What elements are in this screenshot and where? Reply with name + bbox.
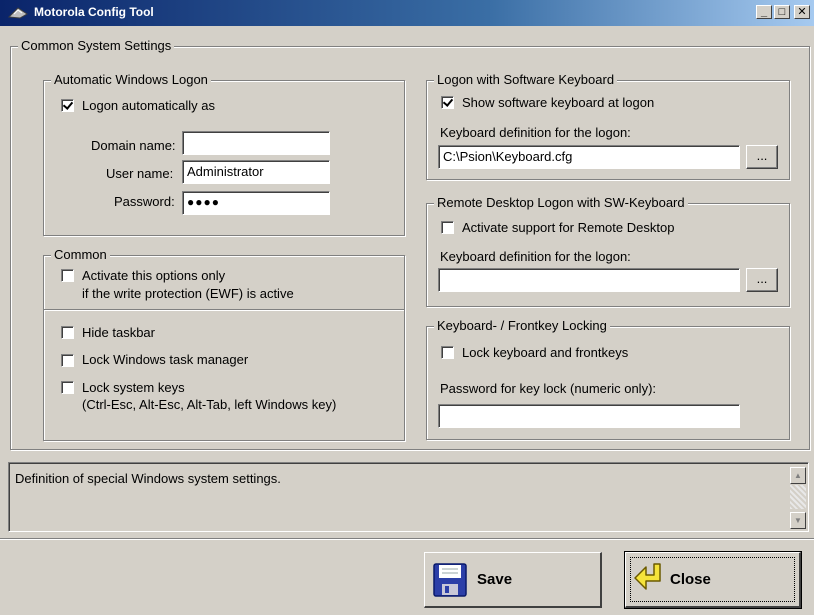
close-label: Close [670,571,711,588]
hide-taskbar-label: Hide taskbar [82,325,155,340]
sw-keyboard-definition-field[interactable]: C:\Psion\Keyboard.cfg [438,145,740,169]
domain-name-field[interactable] [182,131,330,155]
remote-keyboard-definition-field[interactable] [438,268,740,292]
lock-task-manager-checkbox[interactable] [61,354,74,367]
logon-auto-label: Logon automatically as [82,98,215,113]
key-lock-password-field[interactable] [438,404,740,428]
bottom-divider [0,538,814,540]
lock-system-keys-label: Lock system keys [82,380,185,395]
common-system-settings-title: Common System Settings [18,38,175,53]
lock-task-manager-label: Lock Windows task manager [82,352,249,367]
remote-keyboard-browse-button[interactable]: ... [746,268,778,292]
remote-desktop-title: Remote Desktop Logon with SW-Keyboard [434,195,688,210]
save-button[interactable]: Save [424,552,602,608]
window-title: Motorola Config Tool [34,5,154,19]
minimize-button[interactable]: _ [756,5,772,19]
close-button[interactable]: Close [624,551,802,609]
password-field[interactable]: ●●●● [182,191,330,215]
lock-system-keys-detail: (Ctrl-Esc, Alt-Esc, Alt-Tab, left Window… [82,397,337,412]
common-title: Common [51,247,110,262]
save-label: Save [477,571,513,588]
remote-keyboard-definition-label: Keyboard definition for the logon: [440,249,631,264]
yellow-arrow-icon [634,563,661,590]
automatic-logon-title: Automatic Windows Logon [51,72,211,87]
key-locking-title: Keyboard- / Frontkey Locking [434,318,610,333]
maximize-button[interactable]: □ [774,5,790,19]
ewf-only-label: Activate this options only [82,268,226,283]
remote-desktop-checkbox[interactable] [441,221,454,234]
password-label: Password: [114,194,175,209]
user-name-label: User name: [106,166,174,181]
description-box[interactable]: Definition of special Windows system set… [8,462,809,532]
description-text: Definition of special Windows system set… [15,471,281,486]
scroll-down-button[interactable]: ▼ [790,512,806,529]
user-name-field[interactable]: Administrator [182,160,330,184]
scrollbar-track[interactable] [790,485,806,509]
show-software-keyboard-label: Show software keyboard at logon [462,95,655,110]
floppy-disk-icon [433,563,467,597]
title-bar[interactable]: Motorola Config Tool _ □ ✕ [0,0,814,26]
lock-keyboard-checkbox[interactable] [441,346,454,359]
scroll-up-button[interactable]: ▲ [790,467,806,484]
sw-keyboard-definition-label: Keyboard definition for the logon: [440,125,631,140]
hide-taskbar-checkbox[interactable] [61,326,74,339]
key-lock-password-label: Password for key lock (numeric only): [440,381,657,396]
ewf-only-label-detail: if the write protection (EWF) is active [82,286,294,301]
logon-auto-checkbox[interactable] [61,99,74,112]
domain-name-label: Domain name: [91,138,176,153]
ewf-only-checkbox[interactable] [61,269,74,282]
close-window-button[interactable]: ✕ [794,5,810,19]
common-divider [44,309,404,311]
lock-keyboard-label: Lock keyboard and frontkeys [462,345,629,360]
lock-system-keys-checkbox[interactable] [61,381,74,394]
software-keyboard-title: Logon with Software Keyboard [434,72,618,87]
sw-keyboard-browse-button[interactable]: ... [746,145,778,169]
app-icon [8,7,28,19]
remote-desktop-label: Activate support for Remote Desktop [462,220,675,235]
show-software-keyboard-checkbox[interactable] [441,96,454,109]
